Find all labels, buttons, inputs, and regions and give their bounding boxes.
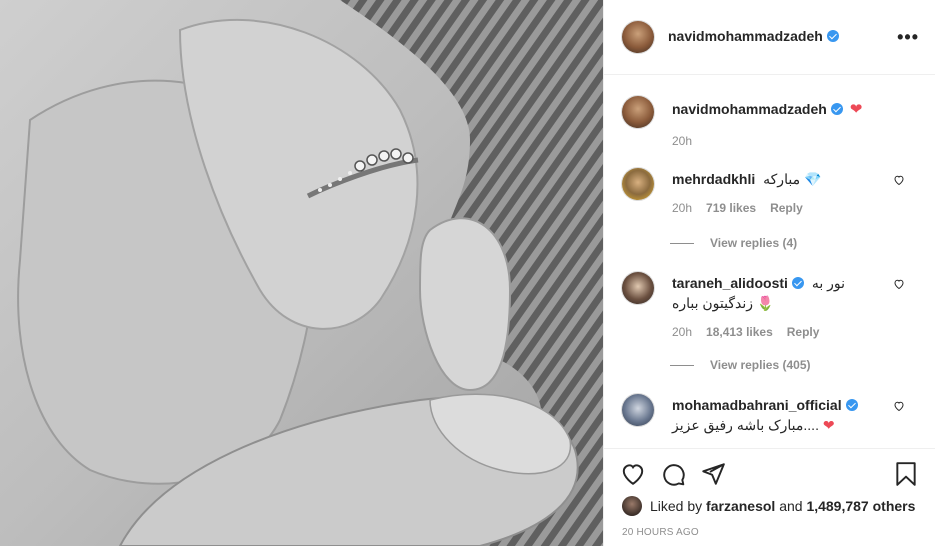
author-avatar[interactable] <box>622 21 654 53</box>
heart-icon[interactable] <box>620 461 646 487</box>
post-header: navidmohammadzadeh ••• <box>604 0 935 75</box>
comment-meta: 20h 18,413 likes Reply <box>672 323 919 341</box>
caption-body: navidmohammadzadeh ❤ 20h <box>672 96 919 150</box>
caption-heart-emoji: ❤ <box>849 100 863 118</box>
comment-meta: 20h 719 likes Reply <box>672 199 919 217</box>
liked-by-line: Liked by farzanesol and 1,489,787 others <box>622 496 915 516</box>
more-options-icon[interactable]: ••• <box>897 27 919 48</box>
comment-text-line1: نور به <box>811 275 845 291</box>
comment-username[interactable]: taraneh_alidoosti <box>672 275 788 291</box>
comment-row: mehrdadkhli مبارکه 💎 20h 719 likes Reply <box>622 168 919 217</box>
reply-button[interactable]: Reply <box>787 323 820 341</box>
comment-row: mohamadbahrani_official مبارک باشه رفیق … <box>622 394 919 435</box>
comment-time[interactable]: 20h <box>672 323 692 341</box>
view-replies-button[interactable]: View replies (405) <box>670 358 811 372</box>
post-photo[interactable] <box>0 0 603 546</box>
comment-username[interactable]: mehrdadkhli <box>672 171 755 187</box>
verified-badge-icon <box>830 103 843 115</box>
caption-username[interactable]: navidmohammadzadeh <box>672 101 827 117</box>
reply-button[interactable]: Reply <box>770 199 803 217</box>
comment-body: taraneh_alidoosti نور به زندگیتون بباره … <box>672 272 919 341</box>
liked-by-prefix: Liked by <box>650 498 703 514</box>
caption-row: navidmohammadzadeh ❤ 20h <box>622 96 919 150</box>
comment-avatar[interactable] <box>622 272 654 304</box>
likes-count[interactable]: 1,489,787 others <box>806 498 915 514</box>
liked-by-username[interactable]: farzanesol <box>706 498 775 514</box>
view-replies-label: View replies (4) <box>710 236 798 250</box>
liked-by-avatar[interactable] <box>622 496 642 516</box>
verified-badge-icon <box>791 277 804 289</box>
post-actions: Liked by farzanesol and 1,489,787 others… <box>604 448 935 546</box>
caption-time[interactable]: 20h <box>672 132 692 150</box>
post-time-ago[interactable]: 20 HOURS AGO <box>622 527 699 538</box>
comment-likes[interactable]: 719 likes <box>706 199 756 217</box>
comment-row: taraneh_alidoosti نور به زندگیتون بباره … <box>622 272 919 341</box>
comment-like-heart-icon[interactable] <box>893 174 905 186</box>
comment-like-heart-icon[interactable] <box>893 400 905 412</box>
replies-line <box>670 242 694 244</box>
comment-username[interactable]: mohamadbahrani_official <box>672 397 842 413</box>
share-icon[interactable] <box>700 461 726 487</box>
comments-list: navidmohammadzadeh ❤ 20h mehrdadkhli مبا… <box>604 76 935 448</box>
comment-body: mohamadbahrani_official مبارک باشه رفیق … <box>672 394 919 435</box>
comment-emoji: 🌷 <box>756 296 775 312</box>
caption-meta: 20h <box>672 132 919 150</box>
comment-like-heart-icon[interactable] <box>893 278 905 290</box>
comment-text-line2: زندگیتون بباره <box>672 295 754 311</box>
comment-icon[interactable] <box>660 461 686 487</box>
view-replies-label: View replies (405) <box>710 358 811 372</box>
comment-text: مبارکه <box>763 171 801 187</box>
verified-badge-icon <box>826 30 839 42</box>
ring-hand-image <box>0 0 603 546</box>
comment-avatar[interactable] <box>622 394 654 426</box>
replies-line <box>670 364 694 366</box>
comment-body: mehrdadkhli مبارکه 💎 20h 719 likes Reply <box>672 168 919 217</box>
comment-text: مبارک باشه رفیق عزیز.... <box>672 417 819 433</box>
bookmark-icon[interactable] <box>893 461 919 487</box>
comment-avatar[interactable] <box>622 168 654 200</box>
view-replies-button[interactable]: View replies (4) <box>670 236 797 250</box>
comment-emoji: ❤ <box>822 418 835 434</box>
liked-by-and: and <box>779 498 803 514</box>
verified-badge-icon <box>845 399 858 411</box>
post-detail-panel: navidmohammadzadeh ••• navidmohammadzade… <box>603 0 935 546</box>
author-name-wrap: navidmohammadzadeh <box>668 28 839 46</box>
author-username[interactable]: navidmohammadzadeh <box>668 28 823 44</box>
comment-time[interactable]: 20h <box>672 199 692 217</box>
comment-likes[interactable]: 18,413 likes <box>706 323 773 341</box>
caption-avatar[interactable] <box>622 96 654 128</box>
comment-emoji: 💎 <box>803 172 822 188</box>
